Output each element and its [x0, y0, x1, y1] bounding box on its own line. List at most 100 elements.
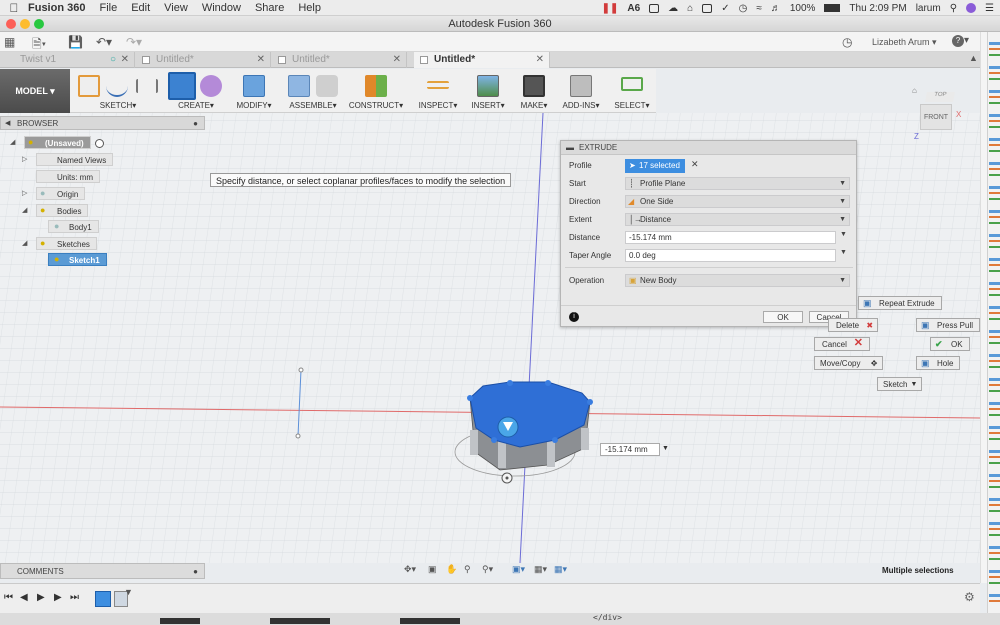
ok-marking-button[interactable]: ✔ OK: [930, 337, 970, 351]
insert-image-icon[interactable]: [477, 75, 499, 97]
toolbar-inspect[interactable]: INSPECT▾: [416, 69, 460, 113]
siri-icon[interactable]: [966, 3, 977, 13]
wifi-icon[interactable]: ≈: [756, 3, 762, 14]
3d-print-icon[interactable]: [523, 75, 545, 97]
extent-select[interactable]: │→ Distance ▼: [625, 213, 850, 226]
operation-select[interactable]: ▣ New Body ▼: [625, 274, 850, 287]
toolbar-sketch[interactable]: SKETCH▾: [76, 69, 160, 113]
menu-file[interactable]: File: [99, 2, 117, 14]
extrude-icon[interactable]: [168, 72, 196, 100]
battery-icon[interactable]: [824, 4, 841, 12]
home-icon[interactable]: ⌂: [687, 3, 693, 14]
window-icon[interactable]: [649, 3, 660, 13]
tree-sketch1[interactable]: ● Sketch1: [48, 253, 107, 266]
tree-named-views[interactable]: ▷ Named Views: [22, 153, 114, 166]
expand-icon[interactable]: ▷: [22, 153, 27, 166]
new-component-icon[interactable]: [288, 75, 310, 97]
vertical-scrollbar[interactable]: [980, 32, 987, 583]
redo-icon[interactable]: ↷▾: [126, 35, 142, 49]
tree-units[interactable]: Units: mm: [36, 170, 100, 183]
browser-header[interactable]: ◀ BROWSER ●: [0, 116, 205, 130]
spotlight-icon[interactable]: ⚲: [950, 3, 957, 14]
start-select[interactable]: ┊ Profile Plane ▼: [625, 177, 850, 190]
clock[interactable]: Thu 2:09 PM: [849, 3, 906, 14]
repeat-extrude-button[interactable]: ▣ Repeat Extrude: [858, 296, 942, 310]
collapse-browser-icon[interactable]: ◀: [5, 117, 10, 130]
sketch-submenu-button[interactable]: Sketch ▼: [877, 377, 923, 391]
tree-root[interactable]: ◢ ● (Unsaved): [10, 136, 104, 149]
grid-settings-icon[interactable]: ▦▾: [534, 564, 547, 575]
timeline-sketch-icon[interactable]: [95, 591, 111, 607]
select-icon[interactable]: [621, 77, 643, 91]
toolbar-assemble[interactable]: ASSEMBLE▾: [284, 69, 342, 113]
dock-app-icon[interactable]: [270, 618, 330, 624]
play-icon[interactable]: ▶: [37, 592, 45, 603]
toolbar-create[interactable]: CREATE▾: [166, 69, 226, 113]
cloud-icon[interactable]: ☁: [668, 3, 678, 14]
info-icon[interactable]: i: [569, 312, 579, 322]
collapse-icon[interactable]: ◢: [22, 237, 27, 250]
go-to-start-icon[interactable]: ⏮: [4, 592, 13, 603]
menu-help[interactable]: Help: [298, 2, 321, 14]
menu-share[interactable]: Share: [255, 2, 284, 14]
minimize-window-icon[interactable]: [20, 19, 30, 29]
toolbar-addins[interactable]: ADD-INS▾: [558, 69, 604, 113]
create-sketch-icon[interactable]: [78, 75, 100, 97]
menu-edit[interactable]: Edit: [131, 2, 150, 14]
visibility-bulb-icon[interactable]: ●: [28, 136, 33, 149]
add-comment-icon[interactable]: ●: [193, 564, 198, 579]
profile-selection-chip[interactable]: ➤ 17 selected: [625, 159, 685, 173]
activate-icon[interactable]: [94, 139, 104, 149]
app-menu[interactable]: Fusion 360: [28, 2, 85, 14]
visibility-bulb-icon[interactable]: ●: [54, 220, 59, 233]
distance-manipulator-input[interactable]: -15.174 mm: [600, 443, 660, 456]
create-form-icon[interactable]: [200, 75, 222, 97]
tree-body1[interactable]: ● Body1: [48, 220, 99, 233]
pause-icon[interactable]: ❚❚: [602, 3, 619, 14]
help-icon[interactable]: ? ▾: [952, 35, 969, 47]
line-icon[interactable]: [106, 75, 128, 97]
go-to-end-icon[interactable]: ⏭: [70, 592, 79, 603]
tree-origin[interactable]: ▷ ● Origin: [22, 187, 86, 200]
orbit-icon[interactable]: ✥▾: [404, 564, 416, 575]
close-window-icon[interactable]: [6, 19, 16, 29]
home-view-icon[interactable]: ⌂: [912, 86, 917, 95]
toolbar-construct[interactable]: CONSTRUCT▾: [348, 69, 404, 113]
pan-icon[interactable]: ✋: [446, 564, 457, 575]
taper-angle-input[interactable]: 0.0 deg: [625, 249, 836, 262]
display-settings-icon[interactable]: ▣▾: [512, 564, 525, 575]
scripts-icon[interactable]: [570, 75, 592, 97]
expand-icon[interactable]: ▷: [22, 187, 27, 200]
data-panel-icon[interactable]: ▦: [4, 35, 15, 49]
clear-selection-icon[interactable]: ✕: [691, 159, 699, 170]
viewcube-top[interactable]: TOP: [925, 92, 955, 102]
zoom-window-icon[interactable]: [34, 19, 44, 29]
tab-untitled-1[interactable]: Untitled* ✕: [136, 52, 271, 68]
workspace-switcher[interactable]: MODEL ▾: [0, 69, 70, 113]
fit-icon[interactable]: ⚲▾: [482, 564, 493, 575]
menu-view[interactable]: View: [164, 2, 188, 14]
tree-sketches[interactable]: ◢ ● Sketches: [22, 237, 97, 250]
notification-icon[interactable]: ☰: [985, 3, 994, 14]
visibility-bulb-icon[interactable]: ●: [40, 187, 45, 200]
time-machine-icon[interactable]: ◷: [739, 3, 748, 14]
visibility-bulb-icon[interactable]: ●: [40, 204, 45, 217]
adobe-icon[interactable]: A6: [627, 3, 640, 14]
taper-dropdown-icon[interactable]: ▼: [840, 249, 847, 256]
check-icon[interactable]: ✓: [721, 3, 729, 14]
visibility-bulb-icon[interactable]: ●: [54, 253, 59, 266]
add-tab-icon[interactable]: ▲: [969, 53, 978, 63]
viewports-icon[interactable]: ▦▾: [554, 564, 567, 575]
view-cube[interactable]: TOP FRONT X Z ⌂: [912, 86, 961, 141]
apple-icon[interactable]: : [0, 1, 28, 15]
save-icon[interactable]: 💾: [68, 35, 83, 49]
close-icon[interactable]: ✕: [393, 52, 401, 68]
distance-input[interactable]: -15.174 mm: [625, 231, 836, 244]
collapse-dialog-icon[interactable]: ▬: [566, 141, 574, 155]
close-icon[interactable]: ✕: [257, 52, 265, 68]
timeline-marker-icon[interactable]: ▼: [124, 587, 133, 597]
user-menu[interactable]: larum: [916, 3, 941, 14]
dimension-icon[interactable]: [136, 79, 158, 93]
display-icon[interactable]: [702, 3, 713, 13]
toolbar-modify[interactable]: MODIFY▾: [232, 69, 276, 113]
